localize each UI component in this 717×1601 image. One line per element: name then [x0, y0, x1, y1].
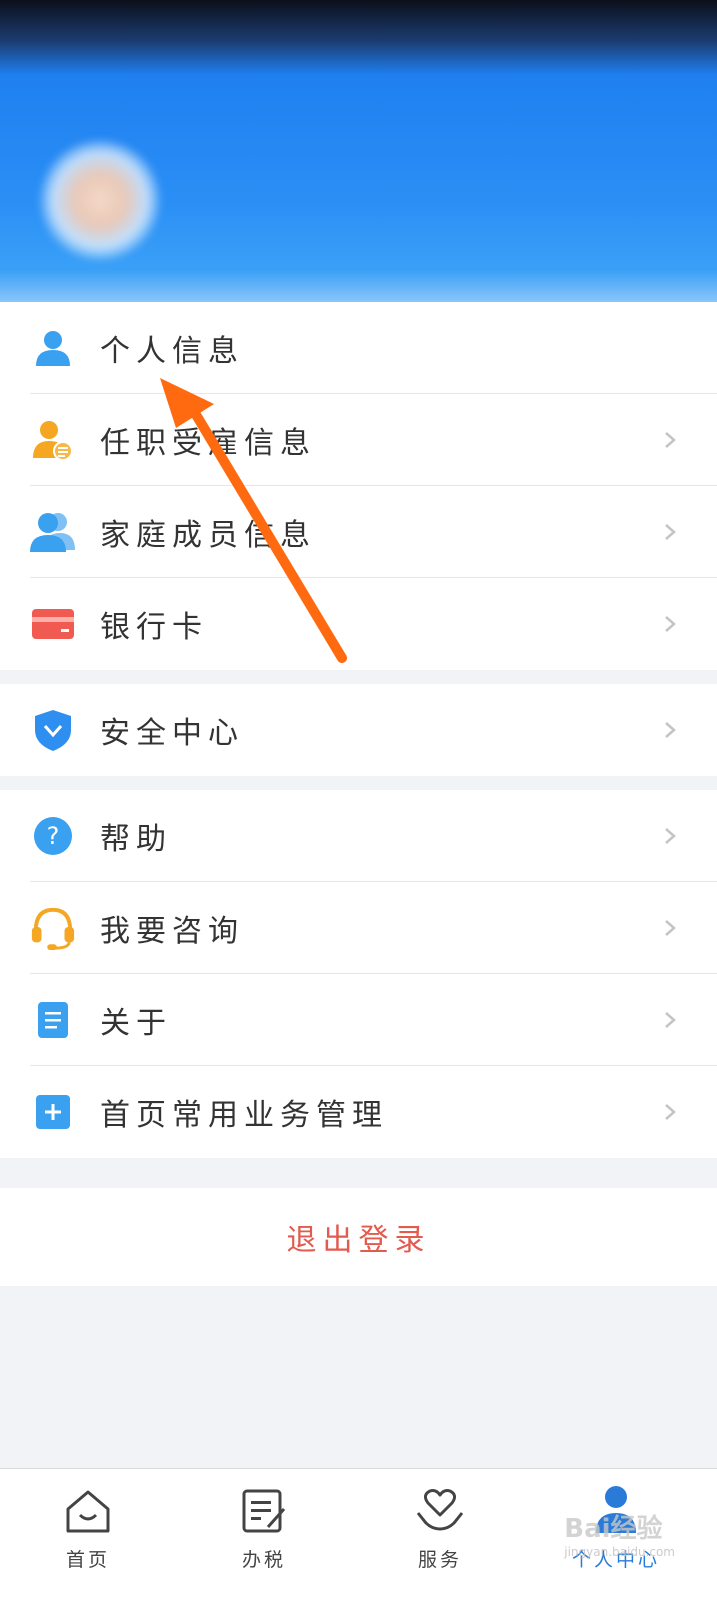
baidu-watermark: Bai经验 jingyan.baidu.com: [564, 1508, 675, 1559]
chevron-right-icon: [665, 1104, 676, 1120]
chevron-right-icon: [665, 1012, 676, 1028]
watermark-sub: jingyan.baidu.com: [564, 1545, 675, 1559]
headset-icon: [30, 905, 76, 951]
tab-label: 服务: [417, 1549, 462, 1571]
menu-label: 家庭成员信息: [100, 518, 316, 553]
heart-hands-icon: [416, 1489, 464, 1531]
menu-label: 银行卡: [100, 610, 208, 645]
menu-group-personal: 个人信息 任职受雇信息 家庭成员信息 银行卡: [0, 302, 717, 670]
avatar[interactable]: [40, 140, 160, 260]
tab-services[interactable]: 服务: [380, 1479, 500, 1589]
svg-text:?: ?: [47, 822, 60, 850]
help-icon: ?: [30, 813, 76, 859]
menu-label: 关于: [100, 1006, 172, 1041]
logout-label: 退出登录: [286, 1223, 431, 1258]
shield-icon: [30, 707, 76, 753]
tab-label: 办税: [241, 1549, 286, 1571]
watermark-text: Bai经验: [564, 1514, 663, 1544]
menu-item-family-info[interactable]: 家庭成员信息: [0, 486, 717, 578]
menu-item-consult[interactable]: 我要咨询: [0, 882, 717, 974]
plus-icon: [30, 1089, 76, 1135]
menu-group-support: ? 帮助 我要咨询 关于 首页常用业务管理: [0, 790, 717, 1158]
menu-label: 任职受雇信息: [100, 426, 316, 461]
person-employment-icon: [30, 417, 76, 463]
document-icon: [30, 997, 76, 1043]
person-icon: [30, 325, 76, 371]
tab-tax[interactable]: 办税: [204, 1479, 324, 1589]
profile-header: [0, 0, 717, 340]
menu-item-security-center[interactable]: 安全中心: [0, 684, 717, 776]
chevron-right-icon: [665, 920, 676, 936]
menu-item-help[interactable]: ? 帮助: [0, 790, 717, 882]
menu-group-security: 安全中心: [0, 684, 717, 776]
home-icon: [66, 1490, 110, 1533]
tab-label: 首页: [65, 1549, 110, 1571]
chevron-right-icon: [665, 616, 676, 632]
menu-label: 我要咨询: [100, 914, 244, 949]
menu-label: 安全中心: [100, 716, 244, 751]
chevron-right-icon: [665, 828, 676, 844]
menu-label: 帮助: [100, 822, 172, 857]
bank-card-icon: [30, 601, 76, 647]
menu-item-personal-info[interactable]: 个人信息: [0, 302, 717, 394]
menu-item-home-services[interactable]: 首页常用业务管理: [0, 1066, 717, 1158]
menu-item-employment-info[interactable]: 任职受雇信息: [0, 394, 717, 486]
tab-home[interactable]: 首页: [28, 1479, 148, 1589]
menu-label: 首页常用业务管理: [100, 1098, 388, 1133]
menu-item-bank-card[interactable]: 银行卡: [0, 578, 717, 670]
family-icon: [30, 509, 76, 555]
chevron-right-icon: [665, 432, 676, 448]
menu-label: 个人信息: [100, 334, 244, 369]
logout-button[interactable]: 退出登录: [0, 1188, 717, 1286]
chevron-right-icon: [665, 722, 676, 738]
tax-form-icon: [242, 1489, 286, 1533]
menu-item-about[interactable]: 关于: [0, 974, 717, 1066]
chevron-right-icon: [665, 524, 676, 540]
